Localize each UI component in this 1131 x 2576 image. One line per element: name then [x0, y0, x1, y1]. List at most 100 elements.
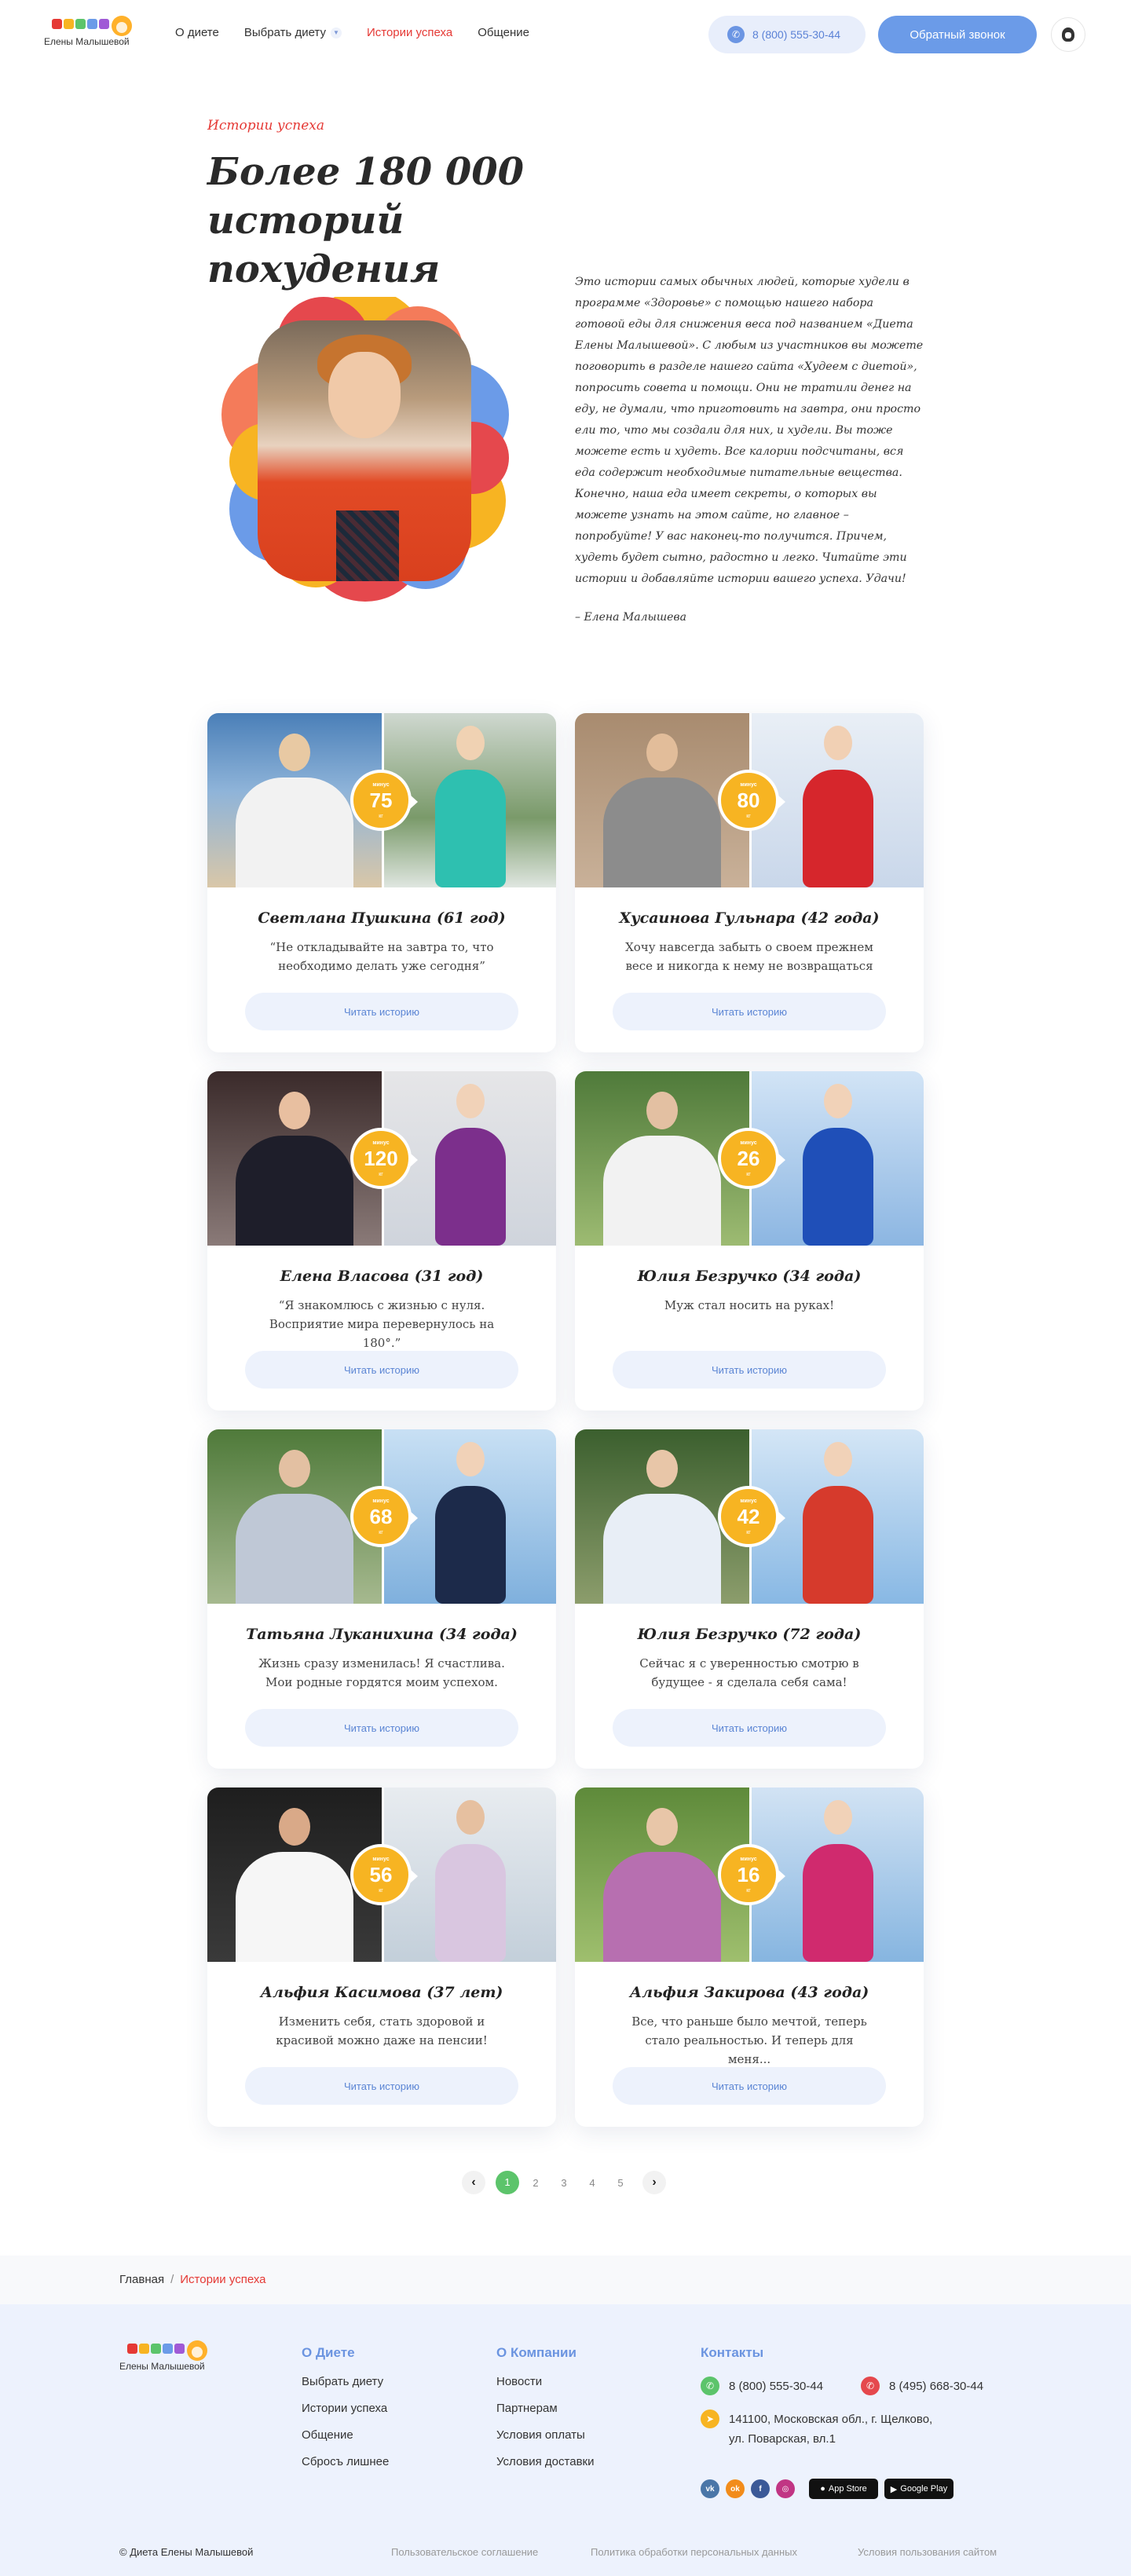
vk-icon[interactable]: vk — [701, 2479, 719, 2498]
story-name: Юлия Безручко (72 года) — [637, 1626, 862, 1643]
nav-item-choose-diet[interactable]: Выбрать диету ▼ — [244, 26, 342, 39]
story-quote: Жизнь сразу изменилась! Я счастлива. Мои… — [258, 1656, 505, 1689]
breadcrumb-current: Истории успеха — [180, 2273, 266, 2286]
footer-col-title: О Компании — [496, 2345, 576, 2360]
footer-address: ➤ 141100, Московская обл., г. Щелково, ул… — [701, 2410, 932, 2449]
weight-loss-badge: минус 75 кг — [350, 770, 418, 831]
breadcrumb: Главная / Истории успеха — [0, 2256, 1131, 2304]
phone-icon: ✆ — [727, 26, 745, 43]
callback-button[interactable]: Обратный звонок — [878, 16, 1037, 53]
story-card[interactable]: минус 80 кг Хусаинова Гульнара (42 года) Хоч… — [575, 713, 924, 1052]
story-quote: Сейчас я с уверенностью смотрю в будущее… — [639, 1656, 859, 1689]
read-story-button[interactable]: Читать историю — [613, 1709, 886, 1747]
story-card[interactable]: минус 56 кг Альфия Касимова (37 лет) Изменит… — [207, 1787, 556, 2127]
logo-letters — [52, 19, 109, 29]
story-name: Альфия Касимова (37 лет) — [260, 1984, 503, 2001]
story-card[interactable]: минус 26 кг Юлия Безручко (34 года) Муж стал… — [575, 1071, 924, 1411]
weight-loss-badge: минус 68 кг — [350, 1486, 418, 1547]
read-story-button[interactable]: Читать историю — [245, 2067, 518, 2105]
story-card[interactable]: минус 120 кг Елена Власова (31 год) “Я знако… — [207, 1071, 556, 1411]
facebook-icon[interactable]: f — [751, 2479, 770, 2498]
weight-loss-badge: минус 26 кг — [718, 1128, 785, 1189]
read-story-button[interactable]: Читать историю — [613, 1351, 886, 1389]
weight-loss-badge: минус 120 кг — [350, 1128, 418, 1189]
story-quote: “Не откладывайте на завтра то, что необх… — [269, 940, 494, 973]
user-account-button[interactable] — [1051, 17, 1085, 52]
logo-sun-icon — [187, 2340, 207, 2361]
read-story-button[interactable]: Читать историю — [613, 2067, 886, 2105]
story-quote: “Я знакомлюсь с жизнью с нуля. Восприяти… — [269, 1298, 495, 1350]
weight-loss-badge: минус 80 кг — [718, 770, 785, 831]
footer-link[interactable]: Партнерам — [496, 2402, 594, 2415]
site-logo[interactable]: Елены Малышевой — [44, 16, 137, 53]
footer-col-contacts: Контакты — [701, 2345, 763, 2375]
story-name: Светлана Пушкина (61 год) — [258, 909, 506, 927]
story-quote: Все, что раньше было мечтой, теперь стал… — [631, 2014, 867, 2066]
user-icon — [1062, 27, 1074, 42]
instagram-icon[interactable]: ◎ — [776, 2479, 795, 2498]
footer-logo[interactable]: Елены Малышевой — [119, 2340, 212, 2378]
google-play-badge[interactable]: ▶ Google Play — [884, 2479, 953, 2499]
footer-col-title: О Диете — [302, 2345, 355, 2360]
story-name: Юлия Безручко (34 года) — [637, 1268, 862, 1285]
page-5-button[interactable]: 5 — [606, 2177, 635, 2189]
legal-link-terms[interactable]: Пользовательское соглашение — [391, 2546, 538, 2558]
footer-link[interactable]: Истории успеха — [302, 2402, 389, 2415]
page-1-button[interactable]: 1 — [496, 2171, 519, 2194]
breadcrumb-home-link[interactable]: Главная — [119, 2273, 164, 2286]
page-3-button[interactable]: 3 — [550, 2177, 578, 2189]
chevron-down-icon: ▼ — [330, 27, 342, 39]
story-name: Хусаинова Гульнара (42 года) — [619, 909, 880, 927]
site-footer: Елены Малышевой О Диете Выбрать диету Ис… — [0, 2304, 1131, 2576]
nav-item-community[interactable]: Общение — [478, 26, 529, 39]
nav-item-about[interactable]: О диете — [175, 26, 219, 39]
phone-button[interactable]: ✆ 8 (800) 555-30-44 — [708, 16, 866, 53]
story-name: Елена Власова (31 год) — [280, 1268, 484, 1285]
footer-link[interactable]: Общение — [302, 2428, 389, 2442]
footer-link[interactable]: Сбросъ лишнее — [302, 2455, 389, 2468]
next-page-button[interactable]: › — [642, 2171, 666, 2194]
phone-number: 8 (800) 555-30-44 — [752, 28, 841, 41]
page-4-button[interactable]: 4 — [578, 2177, 606, 2189]
logo-sun-icon — [112, 16, 132, 36]
footer-phone-1[interactable]: ✆ 8 (800) 555-30-44 — [701, 2377, 823, 2396]
footer-link[interactable]: Выбрать диету — [302, 2375, 389, 2388]
story-card[interactable]: минус 75 кг Светлана Пушкина (61 год) “Не от… — [207, 713, 556, 1052]
weight-loss-badge: минус 16 кг — [718, 1844, 785, 1905]
footer-link[interactable]: Условия оплаты — [496, 2428, 594, 2442]
social-links: vk ok f ◎ ● App Store ▶ Google Play — [701, 2479, 953, 2499]
story-card[interactable]: минус 68 кг Татьяна Луканихина (34 года) Жиз… — [207, 1429, 556, 1769]
section-kicker: Истории успеха — [207, 118, 324, 134]
read-story-button[interactable]: Читать историю — [245, 1709, 518, 1747]
read-story-button[interactable]: Читать историю — [245, 993, 518, 1030]
footer-link[interactable]: Новости — [496, 2375, 594, 2388]
hero-description: Это истории самых обычных людей, которые… — [575, 276, 924, 585]
page-2-button[interactable]: 2 — [522, 2177, 550, 2189]
footer-phone-2[interactable]: ✆ 8 (495) 668-30-44 — [861, 2377, 983, 2396]
story-name: Татьяна Луканихина (34 года) — [246, 1626, 518, 1643]
read-story-button[interactable]: Читать историю — [613, 993, 886, 1030]
logo-name: Елены Малышевой — [44, 36, 130, 47]
app-store-badge[interactable]: ● App Store — [809, 2479, 878, 2499]
story-quote: Муж стал носить на руках! — [664, 1298, 835, 1312]
legal-link-site-use[interactable]: Условия пользования сайтом — [858, 2546, 997, 2558]
story-card[interactable]: минус 42 кг Юлия Безручко (72 года) Сейчас я… — [575, 1429, 924, 1769]
read-story-button[interactable]: Читать историю — [245, 1351, 518, 1389]
play-icon: ▶ — [890, 2484, 898, 2494]
story-quote: Хочу навсегда забыть о своем прежнем вес… — [625, 940, 873, 973]
weight-loss-badge: минус 56 кг — [350, 1844, 418, 1905]
story-card[interactable]: минус 16 кг Альфия Закирова (43 года) Все, ч… — [575, 1787, 924, 2127]
hero-author-photo — [258, 320, 471, 581]
hero-signature: – Елена Малышева — [575, 611, 686, 624]
legal-link-privacy[interactable]: Политика обработки персональных данных — [591, 2546, 797, 2558]
site-header: Елены Малышевой О диете Выбрать диету ▼ И… — [0, 0, 1131, 69]
prev-page-button[interactable]: ‹ — [462, 2171, 485, 2194]
odnoklassniki-icon[interactable]: ok — [726, 2479, 745, 2498]
main-nav: О диете Выбрать диету ▼ Истории успеха Об… — [175, 26, 529, 39]
location-arrow-icon: ➤ — [701, 2410, 719, 2428]
copyright: © Диета Елены Малышевой — [119, 2546, 254, 2558]
apple-icon: ● — [820, 2484, 825, 2494]
nav-item-success-stories[interactable]: Истории успеха — [367, 26, 452, 39]
story-quote: Изменить себя, стать здоровой и красивой… — [276, 2014, 488, 2047]
footer-link[interactable]: Условия доставки — [496, 2455, 594, 2468]
